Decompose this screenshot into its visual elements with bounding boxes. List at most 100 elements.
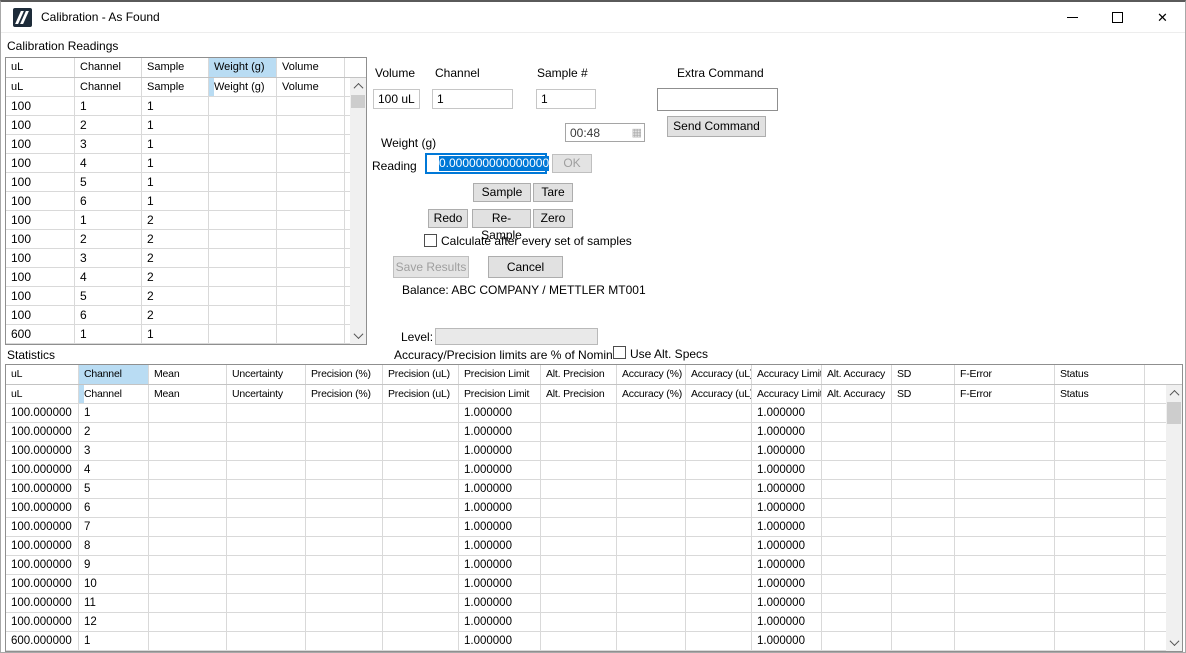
cell-uncertainty[interactable] bbox=[227, 404, 306, 422]
cell-f-error[interactable] bbox=[955, 613, 1055, 631]
cell-channel[interactable]: 1 bbox=[79, 404, 149, 422]
cell-ul[interactable]: 100 bbox=[6, 306, 75, 324]
cell-precision-ul[interactable] bbox=[383, 480, 459, 498]
cell-mean[interactable] bbox=[149, 404, 227, 422]
cell-mean[interactable] bbox=[149, 556, 227, 574]
column-header-precision-ul[interactable]: Precision (uL) bbox=[383, 365, 459, 384]
column-header-mean[interactable]: Mean bbox=[149, 385, 227, 403]
cell-mean[interactable] bbox=[149, 518, 227, 536]
cell-uncertainty[interactable] bbox=[227, 594, 306, 612]
cell-precision[interactable] bbox=[306, 499, 383, 517]
cell-mean[interactable] bbox=[149, 613, 227, 631]
cell-accuracy-limit[interactable]: 1.000000 bbox=[752, 499, 822, 517]
cell-sd[interactable] bbox=[892, 404, 955, 422]
column-header-accuracy-limit[interactable]: Accuracy Limit bbox=[752, 365, 822, 384]
column-header-ul[interactable]: uL bbox=[6, 78, 75, 96]
cell-ul[interactable]: 100.000000 bbox=[6, 537, 79, 555]
cell-precision-ul[interactable] bbox=[383, 556, 459, 574]
cell-accuracy-limit[interactable]: 1.000000 bbox=[752, 556, 822, 574]
cell-status[interactable] bbox=[1055, 499, 1145, 517]
cell-precision-limit[interactable]: 1.000000 bbox=[459, 613, 541, 631]
cancel-button[interactable]: Cancel bbox=[488, 256, 563, 278]
cell-channel[interactable]: 6 bbox=[75, 192, 142, 210]
channel-input[interactable] bbox=[432, 89, 513, 109]
column-header-alt-precision[interactable]: Alt. Precision bbox=[541, 365, 617, 384]
cell-weight-g[interactable] bbox=[209, 268, 277, 286]
cell-ul[interactable]: 100.000000 bbox=[6, 556, 79, 574]
cell-volume[interactable] bbox=[277, 268, 345, 286]
cell-weight-g[interactable] bbox=[209, 154, 277, 172]
cell-alt-precision[interactable] bbox=[541, 423, 617, 441]
cell-ul[interactable]: 100 bbox=[6, 268, 75, 286]
cell-accuracy-limit[interactable]: 1.000000 bbox=[752, 404, 822, 422]
scrollbar-thumb[interactable] bbox=[351, 95, 365, 108]
cell-accuracy-ul[interactable] bbox=[686, 518, 752, 536]
cell-volume[interactable] bbox=[277, 287, 345, 305]
column-header-sample[interactable]: Sample bbox=[142, 58, 209, 77]
cell-volume[interactable] bbox=[277, 249, 345, 267]
cell-precision[interactable] bbox=[306, 404, 383, 422]
cell-accuracy-limit[interactable]: 1.000000 bbox=[752, 594, 822, 612]
cell-status[interactable] bbox=[1055, 423, 1145, 441]
cell-accuracy[interactable] bbox=[617, 518, 686, 536]
maximize-button[interactable] bbox=[1095, 2, 1140, 32]
column-header-sd[interactable]: SD bbox=[892, 385, 955, 403]
cell-precision-ul[interactable] bbox=[383, 499, 459, 517]
cell-precision[interactable] bbox=[306, 632, 383, 650]
column-header-accuracy[interactable]: Accuracy (%) bbox=[617, 365, 686, 384]
cell-volume[interactable] bbox=[277, 173, 345, 191]
cell-precision-ul[interactable] bbox=[383, 632, 459, 650]
cell-alt-accuracy[interactable] bbox=[822, 537, 892, 555]
cell-precision-ul[interactable] bbox=[383, 575, 459, 593]
calculate-checkbox[interactable] bbox=[424, 234, 437, 247]
cell-accuracy[interactable] bbox=[617, 423, 686, 441]
column-header-accuracy[interactable]: Accuracy (%) bbox=[617, 385, 686, 403]
column-header-mean[interactable]: Mean bbox=[149, 365, 227, 384]
cell-f-error[interactable] bbox=[955, 537, 1055, 555]
cell-f-error[interactable] bbox=[955, 632, 1055, 650]
cell-channel[interactable]: 2 bbox=[75, 230, 142, 248]
cell-status[interactable] bbox=[1055, 442, 1145, 460]
scrollbar-thumb[interactable] bbox=[1167, 402, 1181, 424]
cell-accuracy[interactable] bbox=[617, 594, 686, 612]
cell-mean[interactable] bbox=[149, 575, 227, 593]
cell-alt-accuracy[interactable] bbox=[822, 613, 892, 631]
close-button[interactable]: ✕ bbox=[1140, 2, 1185, 32]
cell-sample[interactable]: 1 bbox=[142, 173, 209, 191]
cell-mean[interactable] bbox=[149, 499, 227, 517]
column-header-precision[interactable]: Precision (%) bbox=[306, 385, 383, 403]
cell-channel[interactable]: 4 bbox=[79, 461, 149, 479]
cell-alt-precision[interactable] bbox=[541, 594, 617, 612]
cell-alt-precision[interactable] bbox=[541, 575, 617, 593]
cell-ul[interactable]: 100 bbox=[6, 135, 75, 153]
cell-ul[interactable]: 100.000000 bbox=[6, 613, 79, 631]
cell-sample[interactable]: 1 bbox=[142, 192, 209, 210]
column-header-accuracy-ul[interactable]: Accuracy (uL) bbox=[686, 385, 752, 403]
cell-ul[interactable]: 100 bbox=[6, 249, 75, 267]
cell-precision[interactable] bbox=[306, 442, 383, 460]
cell-alt-accuracy[interactable] bbox=[822, 575, 892, 593]
column-header-alt-precision[interactable]: Alt. Precision bbox=[541, 385, 617, 403]
column-header-sd[interactable]: SD bbox=[892, 365, 955, 384]
cell-uncertainty[interactable] bbox=[227, 442, 306, 460]
cell-precision-limit[interactable]: 1.000000 bbox=[459, 404, 541, 422]
cell-status[interactable] bbox=[1055, 537, 1145, 555]
cell-volume[interactable] bbox=[277, 97, 345, 115]
cell-accuracy-limit[interactable]: 1.000000 bbox=[752, 575, 822, 593]
cell-accuracy[interactable] bbox=[617, 556, 686, 574]
cell-accuracy-ul[interactable] bbox=[686, 404, 752, 422]
cell-volume[interactable] bbox=[277, 116, 345, 134]
cell-volume[interactable] bbox=[277, 325, 345, 343]
cell-ul[interactable]: 100 bbox=[6, 287, 75, 305]
cell-sample[interactable]: 2 bbox=[142, 249, 209, 267]
cell-ul[interactable]: 100 bbox=[6, 116, 75, 134]
cell-sample[interactable]: 1 bbox=[142, 97, 209, 115]
cell-weight-g[interactable] bbox=[209, 192, 277, 210]
cell-channel[interactable]: 3 bbox=[79, 442, 149, 460]
cell-precision-ul[interactable] bbox=[383, 442, 459, 460]
cell-weight-g[interactable] bbox=[209, 325, 277, 343]
cell-uncertainty[interactable] bbox=[227, 423, 306, 441]
cell-accuracy-ul[interactable] bbox=[686, 499, 752, 517]
cell-uncertainty[interactable] bbox=[227, 632, 306, 650]
cell-status[interactable] bbox=[1055, 575, 1145, 593]
